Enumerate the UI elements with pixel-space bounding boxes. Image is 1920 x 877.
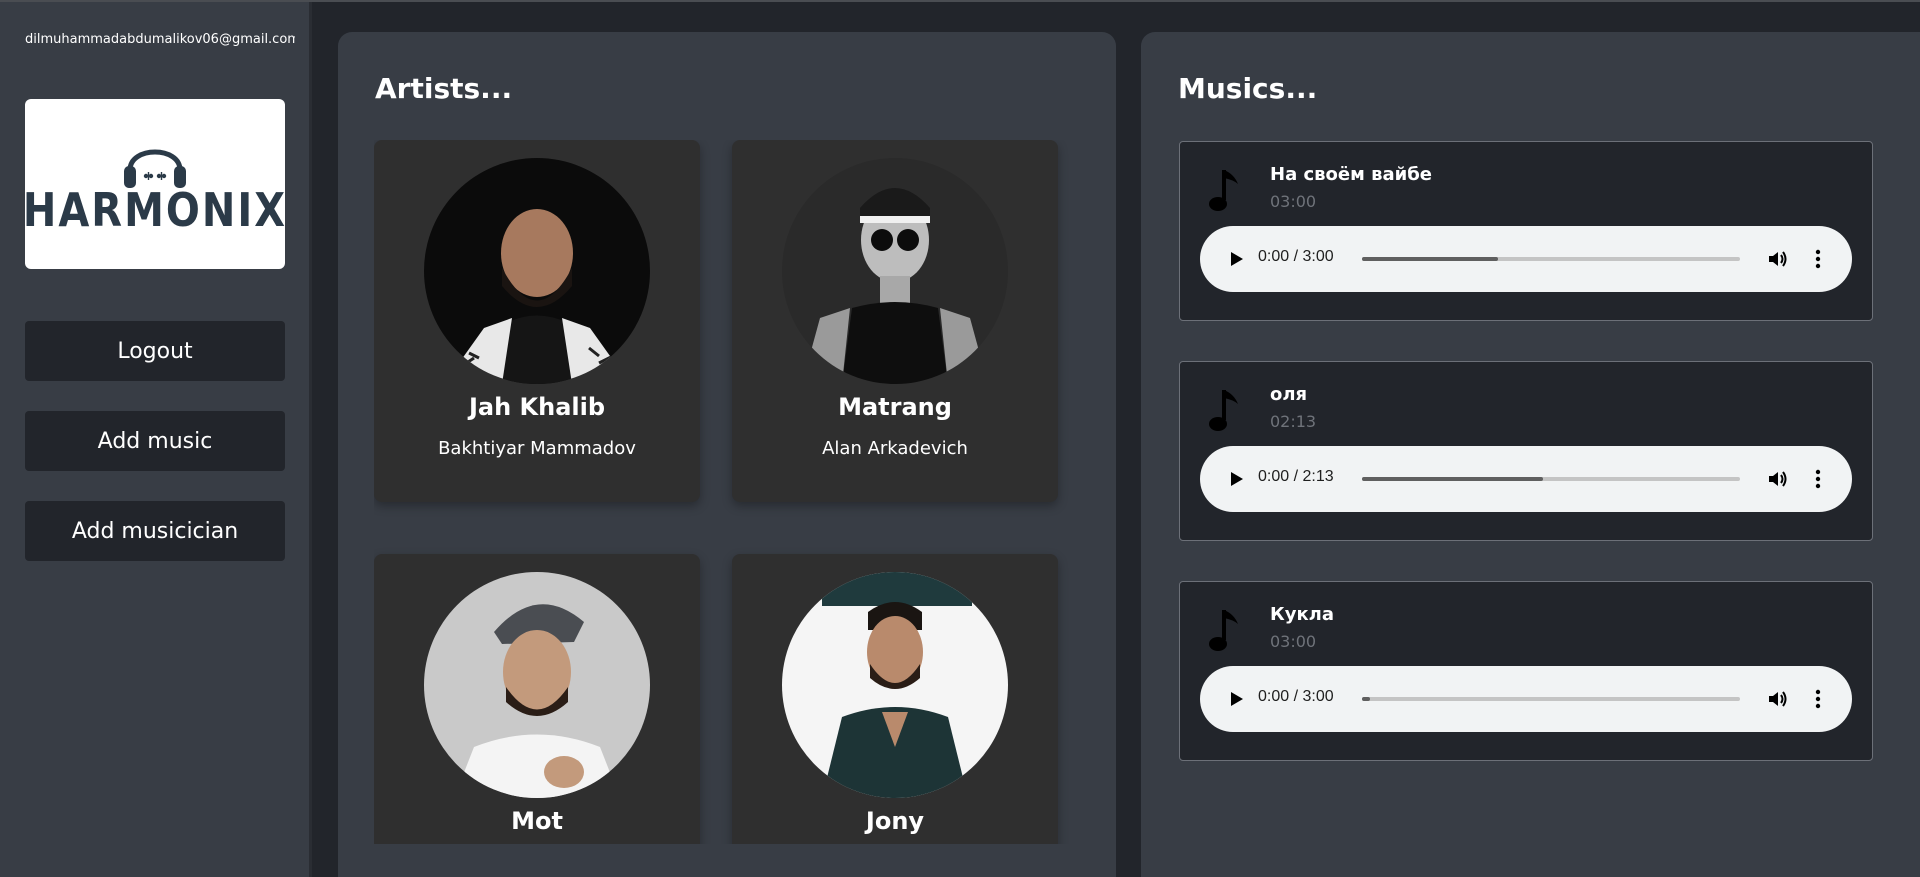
play-icon[interactable] xyxy=(1226,689,1246,709)
artists-panel: Artists... Jah Khalib Bakhtiyar Mammadov xyxy=(338,32,1116,877)
time-display: 0:00 / 3:00 xyxy=(1258,248,1334,265)
seek-bar[interactable] xyxy=(1362,697,1740,701)
artist-avatar xyxy=(424,158,650,384)
seek-bar[interactable] xyxy=(1362,257,1740,261)
headphones-icon xyxy=(124,149,186,188)
volume-icon[interactable] xyxy=(1766,468,1788,490)
add-music-button[interactable]: Add music xyxy=(25,411,285,471)
volume-icon[interactable] xyxy=(1766,248,1788,270)
artist-card[interactable]: Jah Khalib Bakhtiyar Mammadov xyxy=(374,140,700,502)
audio-player: 0:00 / 3:00 xyxy=(1200,666,1852,732)
track-duration: 03:00 xyxy=(1270,632,1317,651)
music-note-icon xyxy=(1209,170,1238,211)
music-card: Кукла 03:00 0:00 / 3:00 xyxy=(1179,581,1873,761)
seek-bar-fill xyxy=(1362,697,1370,701)
track-title: оля xyxy=(1270,384,1308,405)
music-note-icon xyxy=(1209,610,1238,651)
seek-bar[interactable] xyxy=(1362,477,1740,481)
music-note-icon xyxy=(1209,390,1238,431)
track-title: На своём вайбе xyxy=(1270,164,1433,185)
artist-name: Matrang xyxy=(838,393,952,421)
audio-player: 0:00 / 2:13 xyxy=(1200,446,1852,512)
audio-player: 0:00 / 3:00 xyxy=(1200,226,1852,292)
more-options-icon[interactable] xyxy=(1814,468,1822,490)
harmonix-logo: HARMONIX xyxy=(22,99,288,269)
seek-bar-fill xyxy=(1362,257,1499,261)
sidebar: dilmuhammadabdumalikov06@gmail.com HARMO… xyxy=(0,2,312,877)
artist-name: Jah Khalib xyxy=(468,393,606,421)
artist-name: Mot xyxy=(511,807,563,835)
logo-text: HARMONIX xyxy=(22,184,288,238)
artist-avatar xyxy=(782,158,1008,384)
track-duration: 03:00 xyxy=(1270,192,1317,211)
artist-card[interactable]: Matrang Alan Arkadevich xyxy=(732,140,1058,502)
time-display: 0:00 / 2:13 xyxy=(1258,468,1334,485)
artist-card[interactable]: Jony xyxy=(732,554,1058,844)
track-duration: 02:13 xyxy=(1270,412,1317,431)
artists-title: Artists... xyxy=(375,72,513,105)
musics-panel: Musics... На своём вайбе 03:00 0:00 / 3:… xyxy=(1141,32,1920,877)
seek-bar-fill xyxy=(1362,477,1544,481)
artist-avatar xyxy=(782,572,1008,798)
logout-button[interactable]: Logout xyxy=(25,321,285,381)
musics-title: Musics... xyxy=(1178,72,1318,105)
artist-real-name: Alan Arkadevich xyxy=(822,438,968,459)
play-icon[interactable] xyxy=(1226,249,1246,269)
artist-card[interactable]: Mot xyxy=(374,554,700,844)
music-card: На своём вайбе 03:00 0:00 / 3:00 xyxy=(1179,141,1873,321)
play-icon[interactable] xyxy=(1226,469,1246,489)
music-card: оля 02:13 0:00 / 2:13 xyxy=(1179,361,1873,541)
user-email: dilmuhammadabdumalikov06@gmail.com xyxy=(25,32,295,47)
artist-real-name: Bakhtiyar Mammadov xyxy=(438,438,636,459)
more-options-icon[interactable] xyxy=(1814,688,1822,710)
artist-name: Jony xyxy=(865,807,925,835)
more-options-icon[interactable] xyxy=(1814,248,1822,270)
time-display: 0:00 / 3:00 xyxy=(1258,688,1334,705)
track-title: Кукла xyxy=(1270,604,1334,625)
volume-icon[interactable] xyxy=(1766,688,1788,710)
artists-grid[interactable]: Jah Khalib Bakhtiyar Mammadov Matrang Al… xyxy=(374,140,1114,844)
artist-avatar xyxy=(424,572,650,798)
add-musician-button[interactable]: Add musicician xyxy=(25,501,285,561)
